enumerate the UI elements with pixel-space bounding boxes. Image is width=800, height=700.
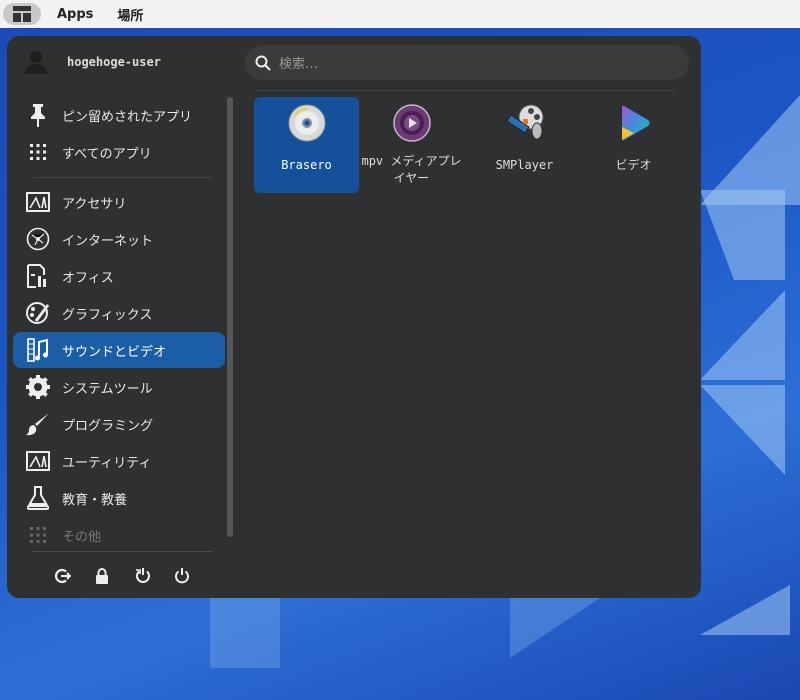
- smplayer-icon: [505, 103, 545, 143]
- brush-icon: [25, 411, 51, 437]
- app-label: ビデオ: [615, 158, 652, 172]
- sidebar-item-sound-video[interactable]: サウンドとビデオ: [13, 332, 225, 368]
- sidebar-item-label: サウンドとビデオ: [62, 344, 167, 360]
- gear-icon: [25, 374, 51, 400]
- sidebar-item-label: プログラミング: [62, 418, 154, 434]
- logout-icon: [55, 568, 71, 584]
- multimedia-icon: [25, 337, 51, 363]
- divider: [33, 551, 213, 552]
- user-name: hogehoge-user: [67, 55, 161, 69]
- sidebar-item-graphics[interactable]: グラフィックス: [13, 295, 225, 331]
- activities-button[interactable]: [3, 3, 41, 25]
- sidebar-item-education[interactable]: 教育・教養: [13, 480, 225, 516]
- app-tile-mpv[interactable]: mpv メディアプレイヤー: [359, 97, 464, 193]
- sidebar-item-label: システムツール: [62, 381, 153, 397]
- logout-button[interactable]: [53, 566, 73, 586]
- sidebar-item-label: その他: [62, 529, 102, 545]
- app-label: SMPlayer: [495, 158, 554, 172]
- places-menu[interactable]: 場所: [117, 5, 143, 24]
- menu-layout-icon: [13, 6, 31, 22]
- sidebar-item-label: インターネット: [62, 233, 154, 249]
- search-input[interactable]: 検索…: [245, 45, 689, 80]
- app-tile-smplayer[interactable]: SMPlayer: [472, 97, 577, 193]
- grid-icon: [25, 522, 51, 548]
- brasero-icon: [287, 103, 327, 143]
- app-label: mpv メディアプレイヤー: [361, 154, 462, 185]
- sidebar-item-label: すべてのアプリ: [62, 146, 152, 162]
- sidebar-item-label: ピン留めされたアプリ: [62, 109, 193, 125]
- sidebar-item-office[interactable]: オフィス: [13, 258, 225, 294]
- graphics-icon: [25, 300, 51, 326]
- sidebar-item-utilities[interactable]: ユーティリティ: [13, 443, 225, 479]
- avatar-icon: [25, 51, 47, 74]
- divider: [255, 90, 675, 91]
- sidebar-scrollbar[interactable]: [227, 97, 233, 537]
- search-placeholder: 検索…: [279, 57, 319, 72]
- mpv-icon: [392, 103, 432, 143]
- power-icon: [175, 568, 189, 584]
- grid-icon: [25, 139, 51, 165]
- apps-menu[interactable]: Apps: [57, 7, 93, 22]
- lock-icon: [96, 568, 108, 584]
- accessories-icon: [25, 189, 51, 215]
- user-button[interactable]: hogehoge-user: [25, 50, 161, 74]
- power-button[interactable]: [172, 566, 192, 586]
- sidebar-item-label: ユーティリティ: [62, 455, 152, 471]
- sidebar-item-label: グラフィックス: [62, 307, 153, 323]
- flask-icon: [25, 485, 51, 511]
- restart-icon: [136, 568, 150, 583]
- sidebar-item-system-tools[interactable]: システムツール: [13, 369, 225, 405]
- sidebar-item-label: 教育・教養: [62, 492, 128, 508]
- office-icon: [25, 263, 51, 289]
- search-icon: [255, 55, 271, 71]
- lock-button[interactable]: [92, 566, 112, 586]
- app-menu-panel: hogehoge-user 検索… ピン留めされたアプリ すべてのアプリ アクセ…: [7, 36, 701, 598]
- sidebar-item-accessories[interactable]: アクセサリ: [13, 184, 225, 220]
- top-bar: Apps 場所: [0, 0, 800, 28]
- sidebar-item-internet[interactable]: インターネット: [13, 221, 225, 257]
- app-tile-brasero[interactable]: Brasero: [254, 97, 359, 193]
- pin-icon: [25, 102, 51, 128]
- sidebar-item-label: アクセサリ: [62, 196, 127, 212]
- sidebar-item-other[interactable]: その他: [13, 517, 225, 553]
- sidebar-item-all-apps[interactable]: すべてのアプリ: [13, 134, 225, 170]
- sidebar-item-pinned[interactable]: ピン留めされたアプリ: [13, 97, 225, 133]
- restart-button[interactable]: [133, 566, 153, 586]
- utilities-icon: [25, 448, 51, 474]
- app-label: Brasero: [281, 158, 332, 172]
- sidebar-item-label: オフィス: [62, 270, 114, 286]
- video-player-icon: [614, 103, 654, 143]
- internet-icon: [25, 226, 51, 252]
- app-tile-video[interactable]: ビデオ: [581, 97, 686, 193]
- sidebar-item-programming[interactable]: プログラミング: [13, 406, 225, 442]
- divider: [33, 177, 213, 178]
